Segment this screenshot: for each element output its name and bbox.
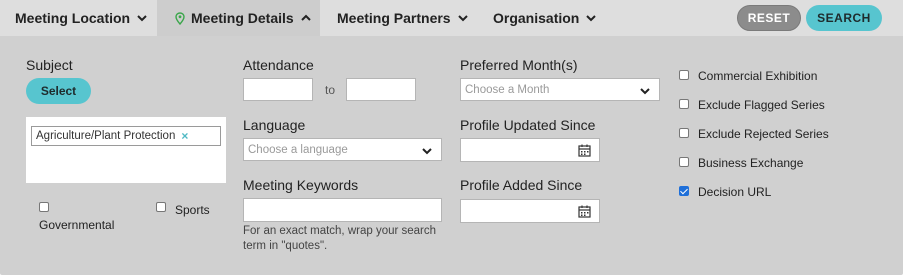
exclude-rejected-label: Exclude Rejected Series [698, 127, 829, 141]
sports-label: Sports [175, 203, 210, 217]
reset-button[interactable]: RESET [737, 5, 801, 31]
subject-tag: Agriculture/Plant Protection × [31, 126, 221, 146]
keywords-hint: For an exact match, wrap your search ter… [243, 225, 437, 252]
tab-meeting-partners-label: Meeting Partners [337, 10, 451, 26]
preferred-months-select[interactable]: Choose a Month [460, 78, 660, 101]
tab-organisation-label: Organisation [493, 10, 580, 26]
chevron-down-icon [137, 15, 147, 22]
remove-tag-icon[interactable]: × [181, 129, 188, 143]
commercial-exhibition-checkbox[interactable] [679, 70, 689, 80]
calendar-icon[interactable] [578, 205, 591, 218]
governmental-label: Governmental [39, 218, 115, 232]
preferred-months-label: Preferred Month(s) [460, 57, 578, 73]
chevron-up-icon [300, 14, 311, 21]
subject-selection-box: Agriculture/Plant Protection × [26, 117, 226, 183]
preferred-months-placeholder: Choose a Month [465, 83, 550, 96]
keywords-label: Meeting Keywords [243, 177, 359, 193]
tab-meeting-details[interactable]: Meeting Details [157, 0, 320, 36]
search-panel: Meeting Location Meeting Details Meeting… [0, 0, 903, 275]
language-label: Language [243, 117, 306, 133]
governmental-checkbox[interactable] [39, 202, 49, 212]
decision-url-label: Decision URL [698, 185, 772, 199]
attendance-to-label: to [325, 83, 336, 97]
sports-checkbox[interactable] [156, 202, 166, 212]
keywords-input[interactable] [243, 198, 442, 222]
subject-tag-label: Agriculture/Plant Protection [36, 130, 176, 142]
tab-organisation[interactable]: Organisation [493, 0, 597, 36]
attendance-label: Attendance [243, 57, 314, 73]
attendance-from-input[interactable] [243, 78, 313, 101]
profile-added-label: Profile Added Since [460, 177, 583, 193]
profile-updated-input[interactable] [460, 138, 600, 162]
exclude-flagged-label: Exclude Flagged Series [698, 98, 825, 112]
search-button[interactable]: SEARCH [806, 5, 882, 31]
business-exchange-checkbox[interactable] [679, 157, 689, 167]
tab-meeting-details-label: Meeting Details [191, 10, 294, 26]
chevron-down-icon [640, 88, 650, 95]
subject-select-button[interactable]: Select [26, 78, 91, 104]
calendar-icon[interactable] [578, 144, 591, 157]
chevron-down-icon [457, 15, 468, 22]
attendance-to-input[interactable] [346, 78, 416, 101]
language-placeholder: Choose a language [248, 143, 348, 156]
tab-meeting-partners[interactable]: Meeting Partners [337, 0, 469, 36]
tab-meeting-location[interactable]: Meeting Location [15, 0, 148, 36]
commercial-exhibition-label: Commercial Exhibition [698, 69, 818, 83]
chevron-down-icon [586, 15, 597, 22]
decision-url-checkbox[interactable] [679, 186, 689, 196]
profile-updated-label: Profile Updated Since [460, 117, 596, 133]
subject-label: Subject [26, 57, 73, 73]
map-pin-icon [175, 11, 185, 25]
profile-added-input[interactable] [460, 199, 600, 223]
exclude-rejected-checkbox[interactable] [679, 128, 689, 138]
language-select[interactable]: Choose a language [243, 138, 442, 161]
exclude-flagged-checkbox[interactable] [679, 99, 689, 109]
filter-tab-bar: Meeting Location Meeting Details Meeting… [0, 0, 903, 36]
tab-meeting-location-label: Meeting Location [15, 10, 131, 26]
chevron-down-icon [422, 148, 432, 155]
business-exchange-label: Business Exchange [698, 156, 804, 170]
